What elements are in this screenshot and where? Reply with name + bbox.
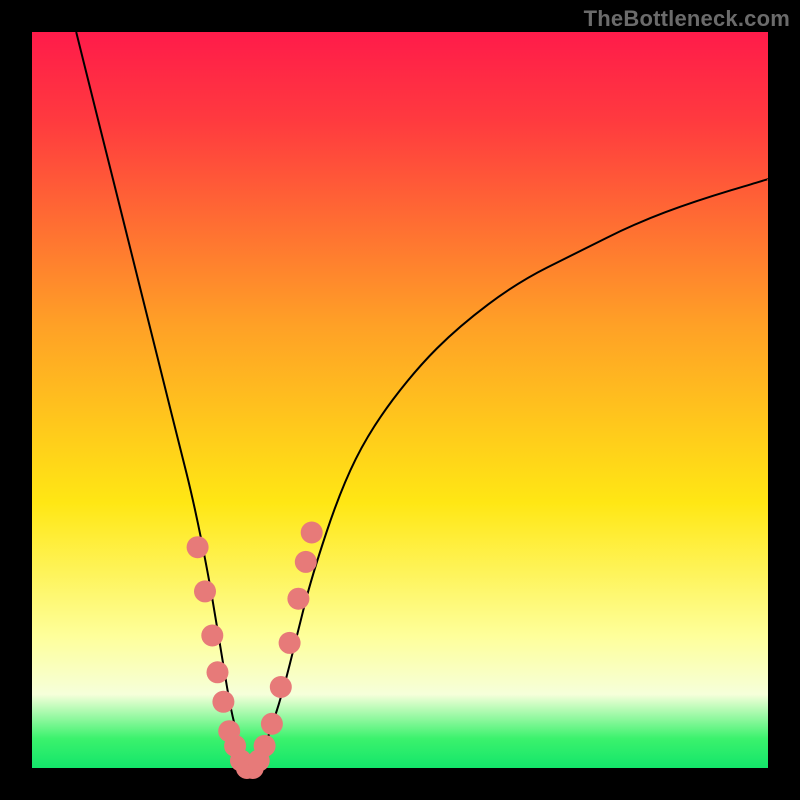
highlight-dot — [270, 676, 292, 698]
highlight-dot — [194, 580, 216, 602]
highlight-dot — [187, 536, 209, 558]
highlight-dot — [201, 625, 223, 647]
highlight-dot — [287, 588, 309, 610]
highlight-dot — [301, 522, 323, 544]
outer-frame: TheBottleneck.com — [0, 0, 800, 800]
bottleneck-curve — [76, 32, 768, 766]
highlight-dot — [207, 661, 229, 683]
highlight-dot — [261, 713, 283, 735]
highlight-dots-group — [187, 522, 323, 780]
watermark-text: TheBottleneck.com — [584, 6, 790, 32]
highlight-dot — [212, 691, 234, 713]
highlight-dot — [295, 551, 317, 573]
highlight-dot — [279, 632, 301, 654]
curve-layer — [32, 32, 768, 768]
highlight-dot — [254, 735, 276, 757]
